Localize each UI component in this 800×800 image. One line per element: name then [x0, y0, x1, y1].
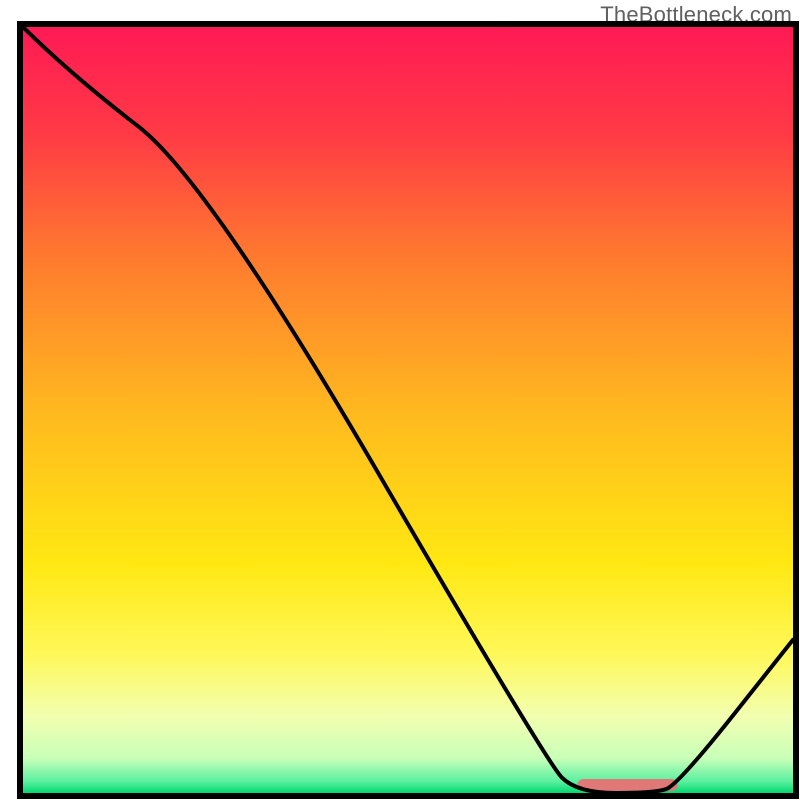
gradient-background — [23, 27, 793, 793]
chart-container: TheBottleneck.com — [0, 0, 800, 800]
bottleneck-chart — [0, 0, 800, 800]
